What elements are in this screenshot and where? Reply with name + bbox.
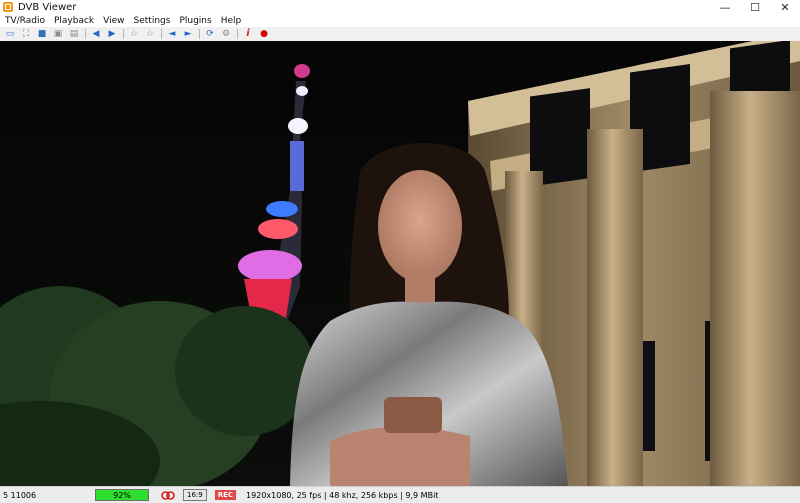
refresh-icon[interactable]: ⟳ <box>204 29 216 40</box>
video-display[interactable] <box>0 41 800 486</box>
favorite-icon[interactable]: ☆ <box>128 29 140 40</box>
volume-down-icon[interactable]: ◄ <box>166 29 178 40</box>
epg-icon[interactable]: ▤ <box>68 29 80 40</box>
toolbar-separator <box>123 29 124 39</box>
rec-label: REC <box>217 491 234 499</box>
toolbar-separator <box>85 29 86 39</box>
fullscreen-icon[interactable]: ⛶ <box>20 29 32 40</box>
maximize-button[interactable]: ☐ <box>740 0 770 14</box>
channel-number: 5 11006 <box>3 490 37 500</box>
app-icon <box>3 2 13 12</box>
menu-plugins[interactable]: Plugins <box>174 16 215 26</box>
signal-strength-meter: 92% <box>95 489 149 501</box>
record-icon[interactable]: ● <box>258 29 270 40</box>
toolbar-separator <box>161 29 162 39</box>
stream-info: 1920x1080, 25 fps | 48 khz, 256 kbps | 9… <box>246 490 439 500</box>
status-bar: 5 11006 92% 16:9 REC 1920x1080, 25 fps |… <box>0 486 800 503</box>
toolbar: ▭ ⛶ ■ ▣ ▤ ◀ ▶ ☆ ☆ ◄ ◄ ⟳ ⚙ i ● <box>0 27 800 42</box>
toolbar-separator <box>199 29 200 39</box>
rec-badge[interactable]: REC <box>214 490 237 500</box>
menu-bar: TV/Radio Playback View Settings Plugins … <box>0 14 800 27</box>
video-frame <box>0 41 800 486</box>
settings-icon[interactable]: ⚙ <box>220 29 232 40</box>
screenshot-icon[interactable]: ▭ <box>4 29 16 40</box>
volume-up-icon[interactable]: ◄ <box>182 29 194 40</box>
surround-icon[interactable] <box>161 490 175 500</box>
back-icon[interactable]: ◀ <box>90 29 102 40</box>
window-controls: — ☐ ✕ <box>710 0 800 14</box>
window-title: DVB Viewer <box>18 1 77 13</box>
signal-strength-label: 92% <box>113 490 131 500</box>
menu-tv-radio[interactable]: TV/Radio <box>0 16 49 26</box>
menu-settings[interactable]: Settings <box>129 16 175 26</box>
title-bar: DVB Viewer — ☐ ✕ <box>0 0 800 14</box>
menu-view[interactable]: View <box>98 16 128 26</box>
aspect-ratio-label: 16:9 <box>187 491 203 499</box>
menu-help[interactable]: Help <box>216 16 246 26</box>
menu-playback[interactable]: Playback <box>49 16 98 26</box>
minimize-button[interactable]: — <box>710 0 740 14</box>
forward-icon[interactable]: ▶ <box>106 29 118 40</box>
info-icon[interactable]: i <box>242 29 254 40</box>
favorite-add-icon[interactable]: ☆ <box>144 29 156 40</box>
aspect-ratio-badge[interactable]: 16:9 <box>183 489 207 501</box>
close-button[interactable]: ✕ <box>770 0 800 14</box>
toolbar-separator <box>237 29 238 39</box>
window-mode-icon[interactable]: ■ <box>36 29 48 40</box>
osd-icon[interactable]: ▣ <box>52 29 64 40</box>
